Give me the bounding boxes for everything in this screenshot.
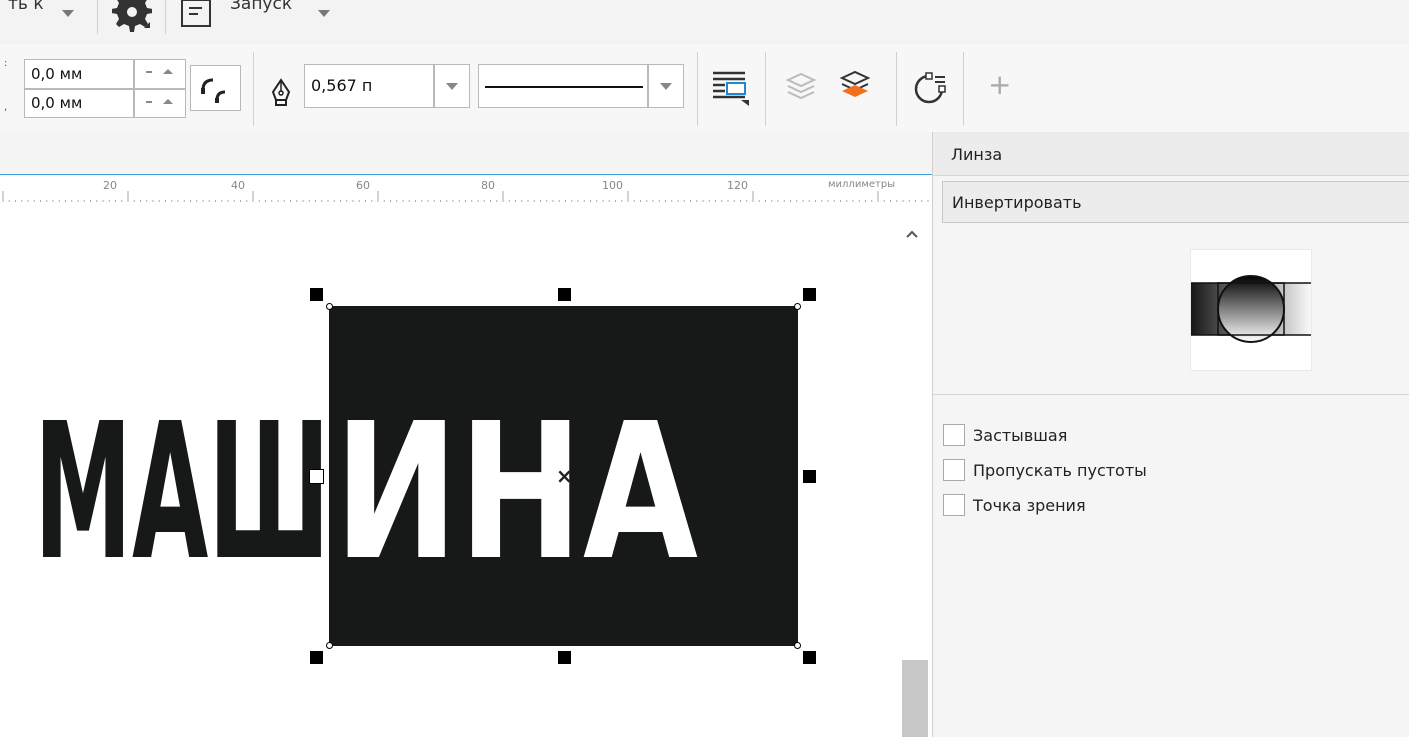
lens-type-dropdown[interactable]: Инвертировать — [942, 181, 1409, 223]
chevron-down-icon[interactable] — [62, 10, 74, 17]
lens-preview-icon — [1187, 275, 1315, 343]
launch-icon[interactable] — [180, 0, 214, 30]
ruler-tick-label: 100 — [602, 179, 623, 192]
resize-handle[interactable] — [803, 651, 816, 664]
center-mark-icon[interactable]: × — [556, 464, 573, 488]
ruler-ticks — [2, 191, 929, 203]
rounded-corner-icon — [201, 78, 226, 103]
frozen-checkbox[interactable] — [943, 424, 965, 446]
divider — [933, 394, 1409, 395]
to-back-icon[interactable] — [784, 70, 818, 104]
separator — [697, 52, 698, 126]
resize-handle[interactable] — [803, 288, 816, 301]
ruler-tick-label: 40 — [231, 179, 245, 192]
partial-menu-label[interactable]: ть к — [8, 0, 44, 14]
artistic-text[interactable]: МАШ ИНА — [0, 202, 932, 737]
separator — [165, 0, 166, 34]
viewpoint-label: Точка зрения — [973, 496, 1086, 515]
resize-handle[interactable] — [803, 470, 816, 483]
outline-width-dropdown[interactable] — [434, 64, 470, 108]
resize-handle[interactable] — [558, 288, 571, 301]
resize-handle[interactable] — [310, 651, 323, 664]
resize-handle[interactable] — [309, 469, 324, 484]
lens-preview — [1187, 249, 1315, 371]
position-y-field[interactable]: 0,0 мм — [24, 89, 134, 118]
add-button[interactable]: + — [988, 68, 1011, 101]
horizontal-ruler[interactable]: 20 40 60 80 100 120 миллиметры — [0, 174, 932, 203]
ruler-tick-label: 80 — [481, 179, 495, 192]
menu-toolbar: ть к Запуск — [0, 0, 1409, 45]
wrap-text-icon[interactable] — [711, 70, 751, 106]
to-front-icon[interactable] — [838, 70, 872, 104]
frozen-label: Застывшая — [973, 426, 1068, 445]
position-x-field[interactable]: 0,0 мм — [24, 59, 134, 89]
corner-style-button[interactable] — [190, 65, 241, 111]
chevron-down-icon[interactable] — [318, 10, 330, 17]
corner-node[interactable] — [326, 303, 333, 310]
position-y-spinner[interactable] — [134, 89, 186, 118]
docker-title: Линза — [933, 132, 1409, 176]
property-bar: : , 0,0 мм 0,0 мм 0,567 п + — [0, 44, 1409, 133]
lens-docker: Линза Инвертировать Застывшая Пропускать… — [932, 132, 1409, 737]
pen-nib-icon — [271, 78, 291, 106]
scrollbar-thumb[interactable] — [902, 660, 928, 737]
position-x-label-fragment: : — [4, 58, 8, 69]
ruler-unit-label: миллиметры — [828, 179, 896, 190]
convert-to-curves-icon[interactable] — [911, 72, 947, 106]
text-outside-lens: МАШ — [34, 383, 330, 602]
ruler-tick-label: 20 — [103, 179, 117, 192]
position-x-spinner[interactable] — [134, 59, 186, 89]
remove-face-label: Пропускать пустоты — [973, 461, 1147, 480]
remove-face-checkbox[interactable] — [943, 459, 965, 481]
ruler-tick-label: 120 — [727, 179, 748, 192]
ruler-tick-label: 60 — [356, 179, 370, 192]
resize-handle[interactable] — [310, 288, 323, 301]
separator — [896, 52, 897, 126]
corner-node[interactable] — [794, 642, 801, 649]
separator — [963, 52, 964, 126]
viewpoint-checkbox[interactable] — [943, 494, 965, 516]
drawing-canvas[interactable]: МАШ ИНА × — [0, 202, 932, 737]
launch-label[interactable]: Запуск — [230, 0, 292, 14]
scroll-up-button[interactable] — [900, 224, 924, 244]
separator — [765, 52, 766, 126]
spinner-arrows-icon — [146, 99, 173, 104]
separator — [97, 0, 98, 34]
line-style-preview — [485, 86, 643, 88]
spinner-arrows-icon — [146, 69, 173, 74]
gear-icon[interactable] — [112, 0, 152, 34]
resize-handle[interactable] — [558, 651, 571, 664]
corner-node[interactable] — [326, 642, 333, 649]
separator — [253, 52, 254, 126]
chevron-up-icon — [906, 230, 918, 238]
line-style-dropdown[interactable] — [648, 64, 684, 108]
line-style-selector[interactable] — [478, 64, 648, 108]
corner-node[interactable] — [794, 303, 801, 310]
document-tab-strip — [0, 132, 932, 174]
position-y-label-fragment: , — [4, 102, 8, 113]
chevron-down-icon — [446, 83, 458, 90]
outline-width-field[interactable]: 0,567 п — [304, 64, 434, 108]
chevron-down-icon — [660, 83, 672, 90]
text-inside-lens: ИНА — [334, 383, 698, 602]
